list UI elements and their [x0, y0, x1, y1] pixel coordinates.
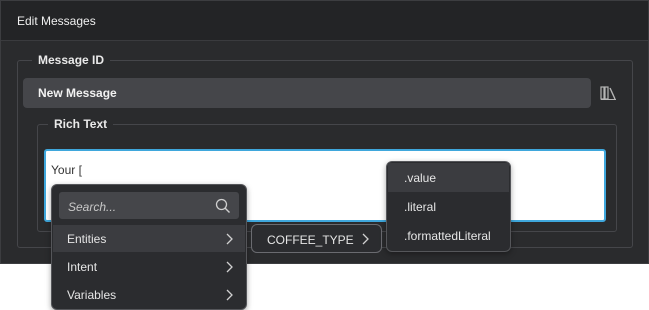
message-id-value: New Message: [38, 86, 117, 100]
property-menu-popup: .value .literal .formattedLiteral: [386, 161, 511, 252]
chevron-right-icon: [224, 261, 234, 273]
dialog-header: Edit Messages: [1, 1, 648, 41]
library-books-icon[interactable]: [600, 85, 618, 101]
menu-item-label: Variables: [67, 288, 117, 302]
menu-item-label: Intent: [67, 260, 98, 274]
property-label: .literal: [404, 200, 437, 214]
menu-item-intent[interactable]: Intent: [53, 253, 245, 280]
menu-item-label: Entities: [67, 232, 107, 246]
chevron-right-icon: [224, 289, 234, 301]
menu-item-variables[interactable]: Variables: [53, 281, 245, 308]
rich-text-content: Your [: [51, 163, 82, 177]
property-item-value[interactable]: .value: [388, 163, 509, 192]
entity-coffee-type-item[interactable]: COFFEE_TYPE: [251, 224, 382, 253]
entity-label: COFFEE_TYPE: [267, 233, 354, 247]
chevron-right-icon: [224, 233, 234, 245]
property-item-formatted-literal[interactable]: .formattedLiteral: [388, 221, 509, 250]
dialog-title: Edit Messages: [17, 14, 96, 28]
insert-menu-popup: Search... Entities Intent Variables: [51, 184, 247, 310]
property-item-literal[interactable]: .literal: [388, 192, 509, 221]
property-label: .formattedLiteral: [404, 229, 491, 243]
search-placeholder: Search...: [68, 200, 117, 214]
chevron-right-icon: [360, 233, 370, 245]
menu-item-entities[interactable]: Entities: [53, 225, 245, 252]
rich-text-legend: Rich Text: [48, 117, 114, 131]
message-id-input[interactable]: New Message: [23, 78, 591, 108]
menu-search-input[interactable]: Search...: [58, 191, 240, 220]
message-id-legend: Message ID: [32, 53, 111, 67]
property-label: .value: [404, 171, 437, 185]
search-icon: [215, 198, 231, 214]
